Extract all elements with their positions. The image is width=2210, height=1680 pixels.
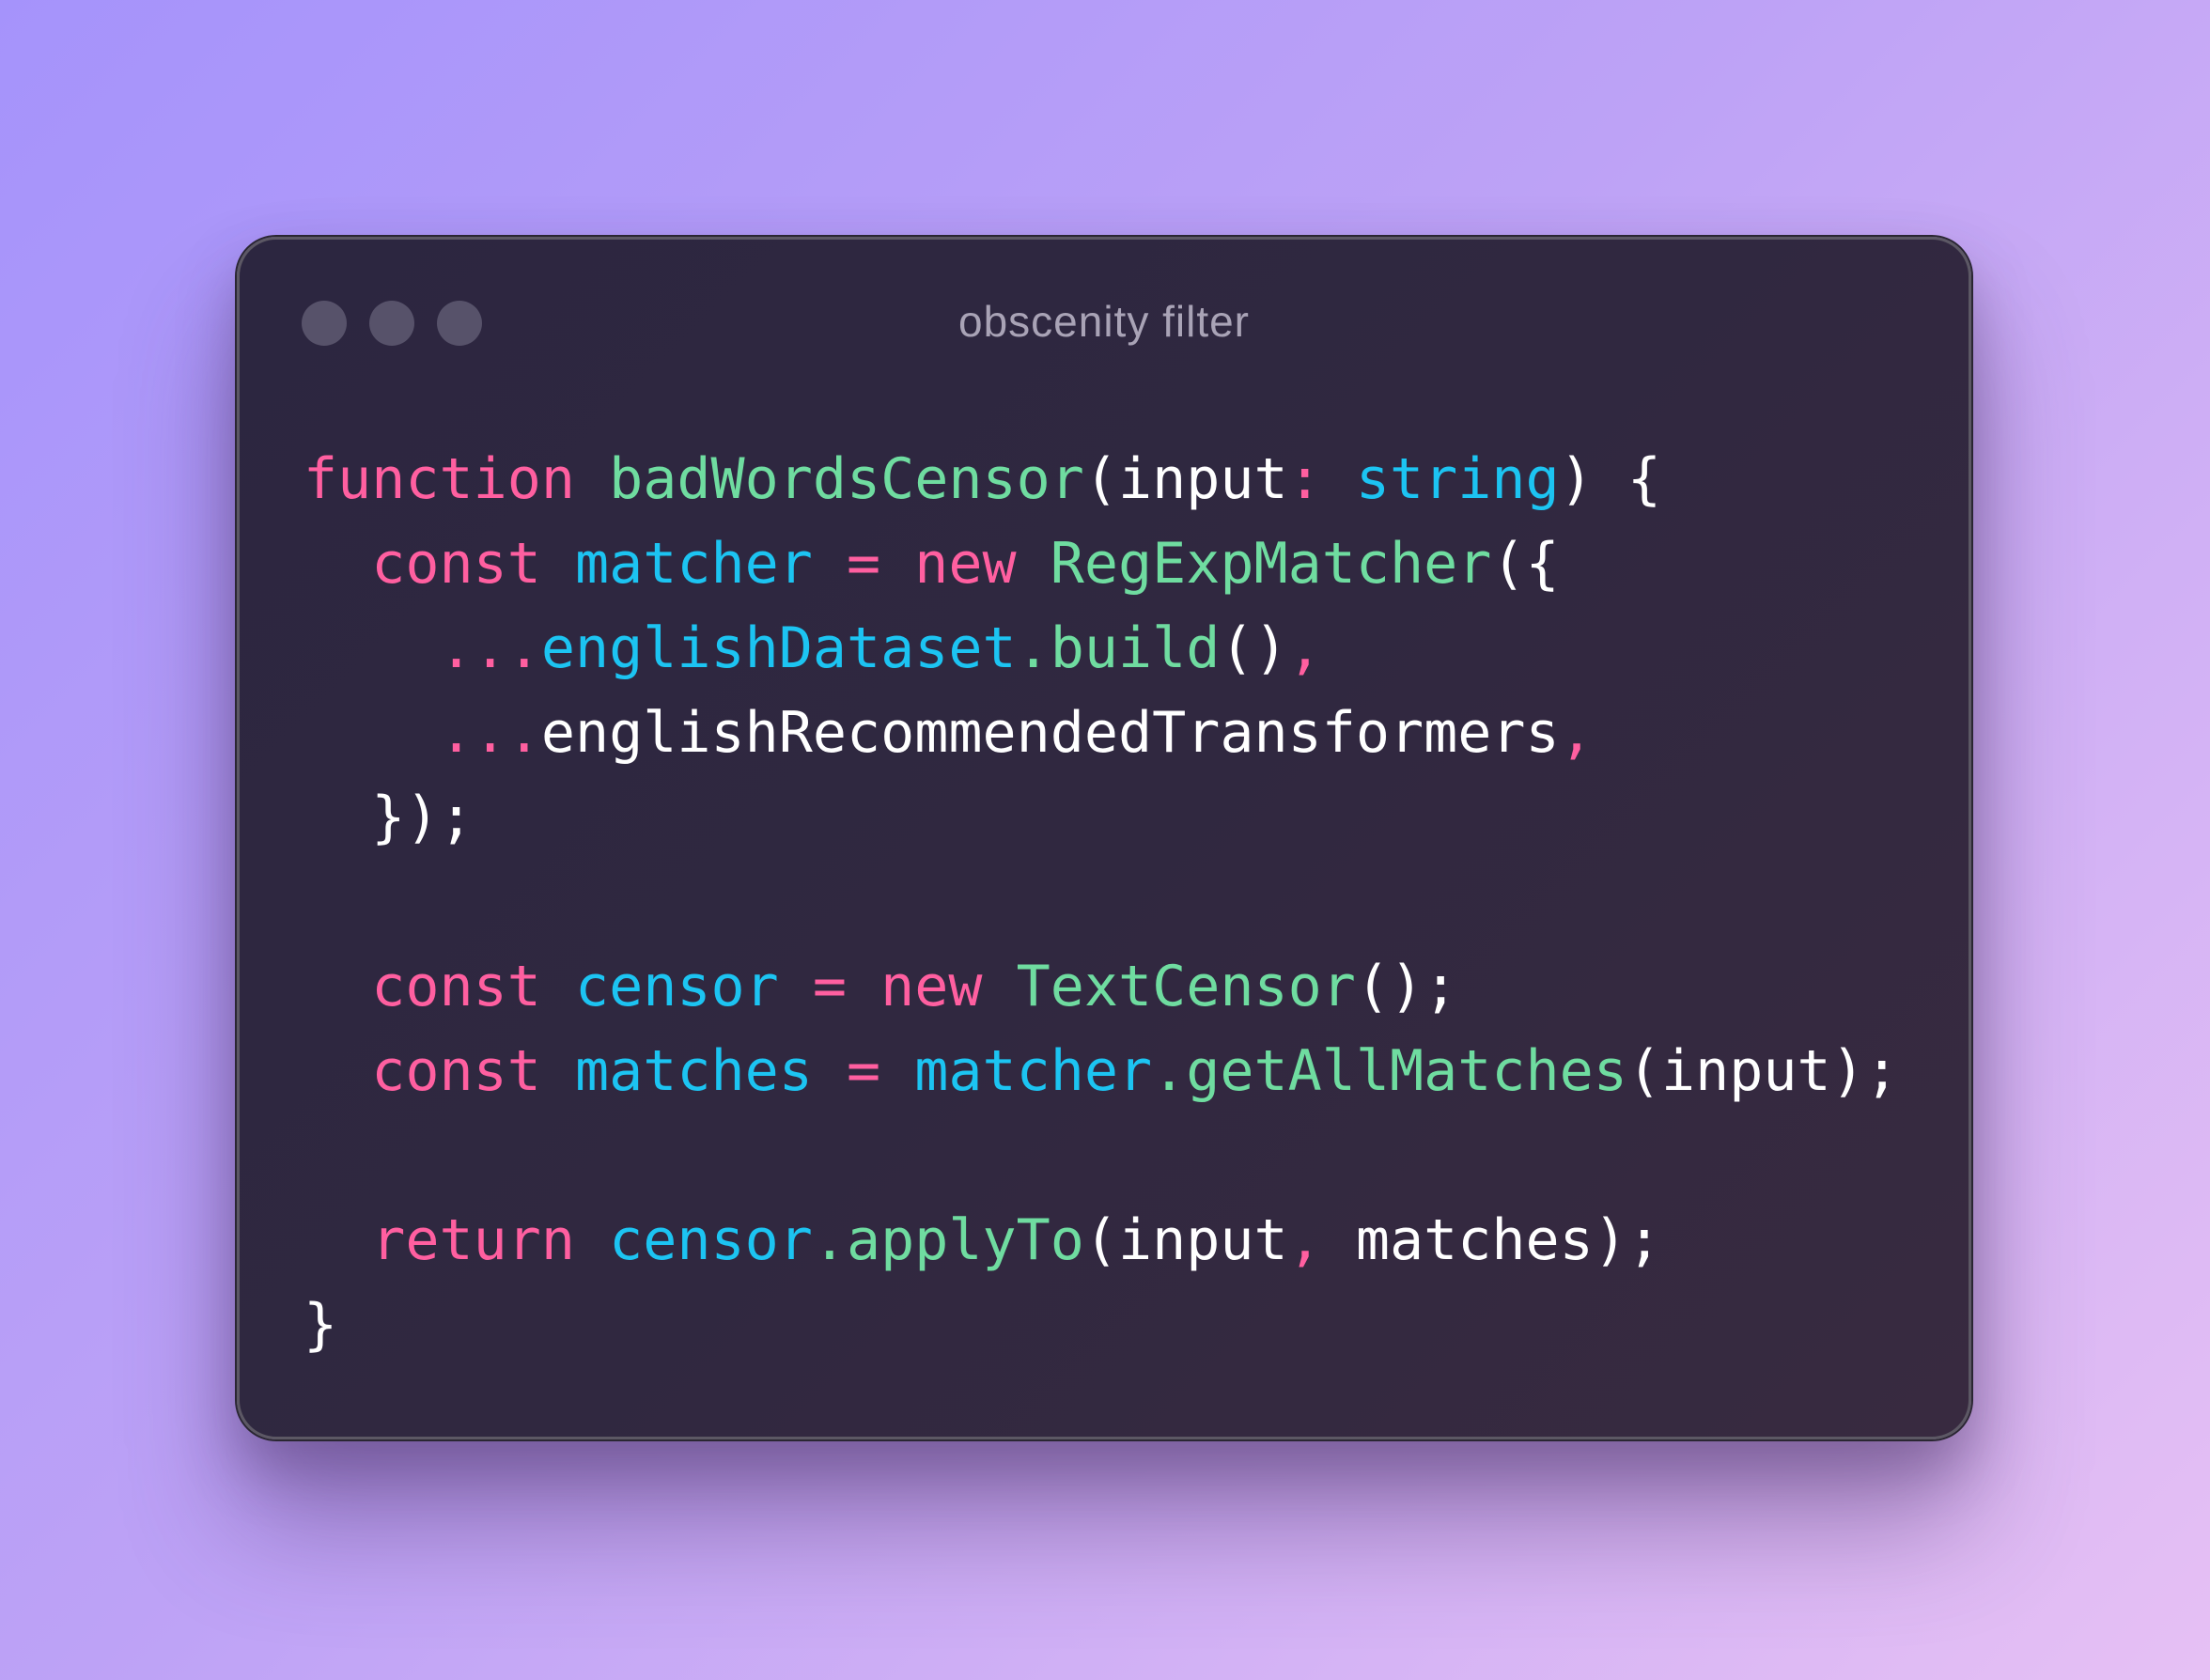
code-token: matcher — [914, 1038, 1153, 1104]
code-line: }); — [303, 775, 1899, 860]
code-token: (input); — [1626, 1038, 1899, 1104]
code-token: (input — [1083, 446, 1288, 512]
window-title: obscenity filter — [957, 297, 1250, 346]
code-token: string — [1355, 446, 1560, 512]
code-token: const — [371, 1038, 541, 1104]
code-token: .applyTo — [812, 1207, 1084, 1273]
code-line: const matcher = new RegExpMatcher({ — [303, 521, 1899, 606]
title-bar: obscenity filter — [240, 240, 1969, 381]
code-token: .getAllMatches — [1152, 1038, 1627, 1104]
code-line: } — [303, 1283, 1899, 1367]
code-line: ...englishRecommendedTransformers, — [303, 691, 1899, 775]
code-token: : — [1287, 446, 1322, 512]
code-token: ... — [439, 615, 541, 681]
code-token: ) { — [1559, 446, 1661, 512]
code-token: ({ — [1491, 531, 1560, 597]
code-token: new — [914, 531, 1017, 597]
code-token: , — [1287, 615, 1322, 681]
code-token: () — [1220, 615, 1288, 681]
code-token: new — [880, 954, 983, 1019]
code-token: RegExpMatcher — [1050, 531, 1492, 597]
code-token: = — [812, 954, 847, 1019]
code-block: function badWordsCensor(input: string) {… — [303, 437, 1899, 1367]
code-token: (input — [1083, 1207, 1288, 1273]
code-token: function — [303, 446, 575, 512]
code-token: = — [847, 1038, 881, 1104]
code-line: function badWordsCensor(input: string) { — [303, 437, 1899, 521]
code-token: } — [303, 1292, 338, 1358]
code-token: .build — [1016, 615, 1221, 681]
code-token: englishRecommendedTransformers — [540, 700, 1560, 766]
code-token: , — [1287, 1207, 1322, 1273]
code-window: obscenity filter function badWordsCensor… — [235, 235, 1973, 1441]
code-token: englishDataset — [540, 615, 1017, 681]
code-token: return — [371, 1207, 575, 1273]
code-token: = — [847, 531, 881, 597]
code-token: TextCensor — [1016, 954, 1356, 1019]
code-line: const matches = matcher.getAllMatches(in… — [303, 1029, 1899, 1113]
code-token: matcher — [575, 531, 813, 597]
code-token: matches — [575, 1038, 813, 1104]
code-token: (); — [1355, 954, 1458, 1019]
code-token: const — [371, 954, 541, 1019]
code-token: matches); — [1321, 1207, 1661, 1273]
code-line: ...englishDataset.build(), — [303, 606, 1899, 691]
code-token: const — [371, 531, 541, 597]
code-line: return censor.applyTo(input, matches); — [303, 1198, 1899, 1283]
code-token: censor — [575, 954, 779, 1019]
code-line: const censor = new TextCensor(); — [303, 944, 1899, 1029]
code-token: , — [1559, 700, 1594, 766]
code-token: ... — [439, 700, 541, 766]
code-token: }); — [303, 785, 474, 850]
code-token: badWordsCensor — [609, 446, 1084, 512]
code-token: censor — [609, 1207, 813, 1273]
